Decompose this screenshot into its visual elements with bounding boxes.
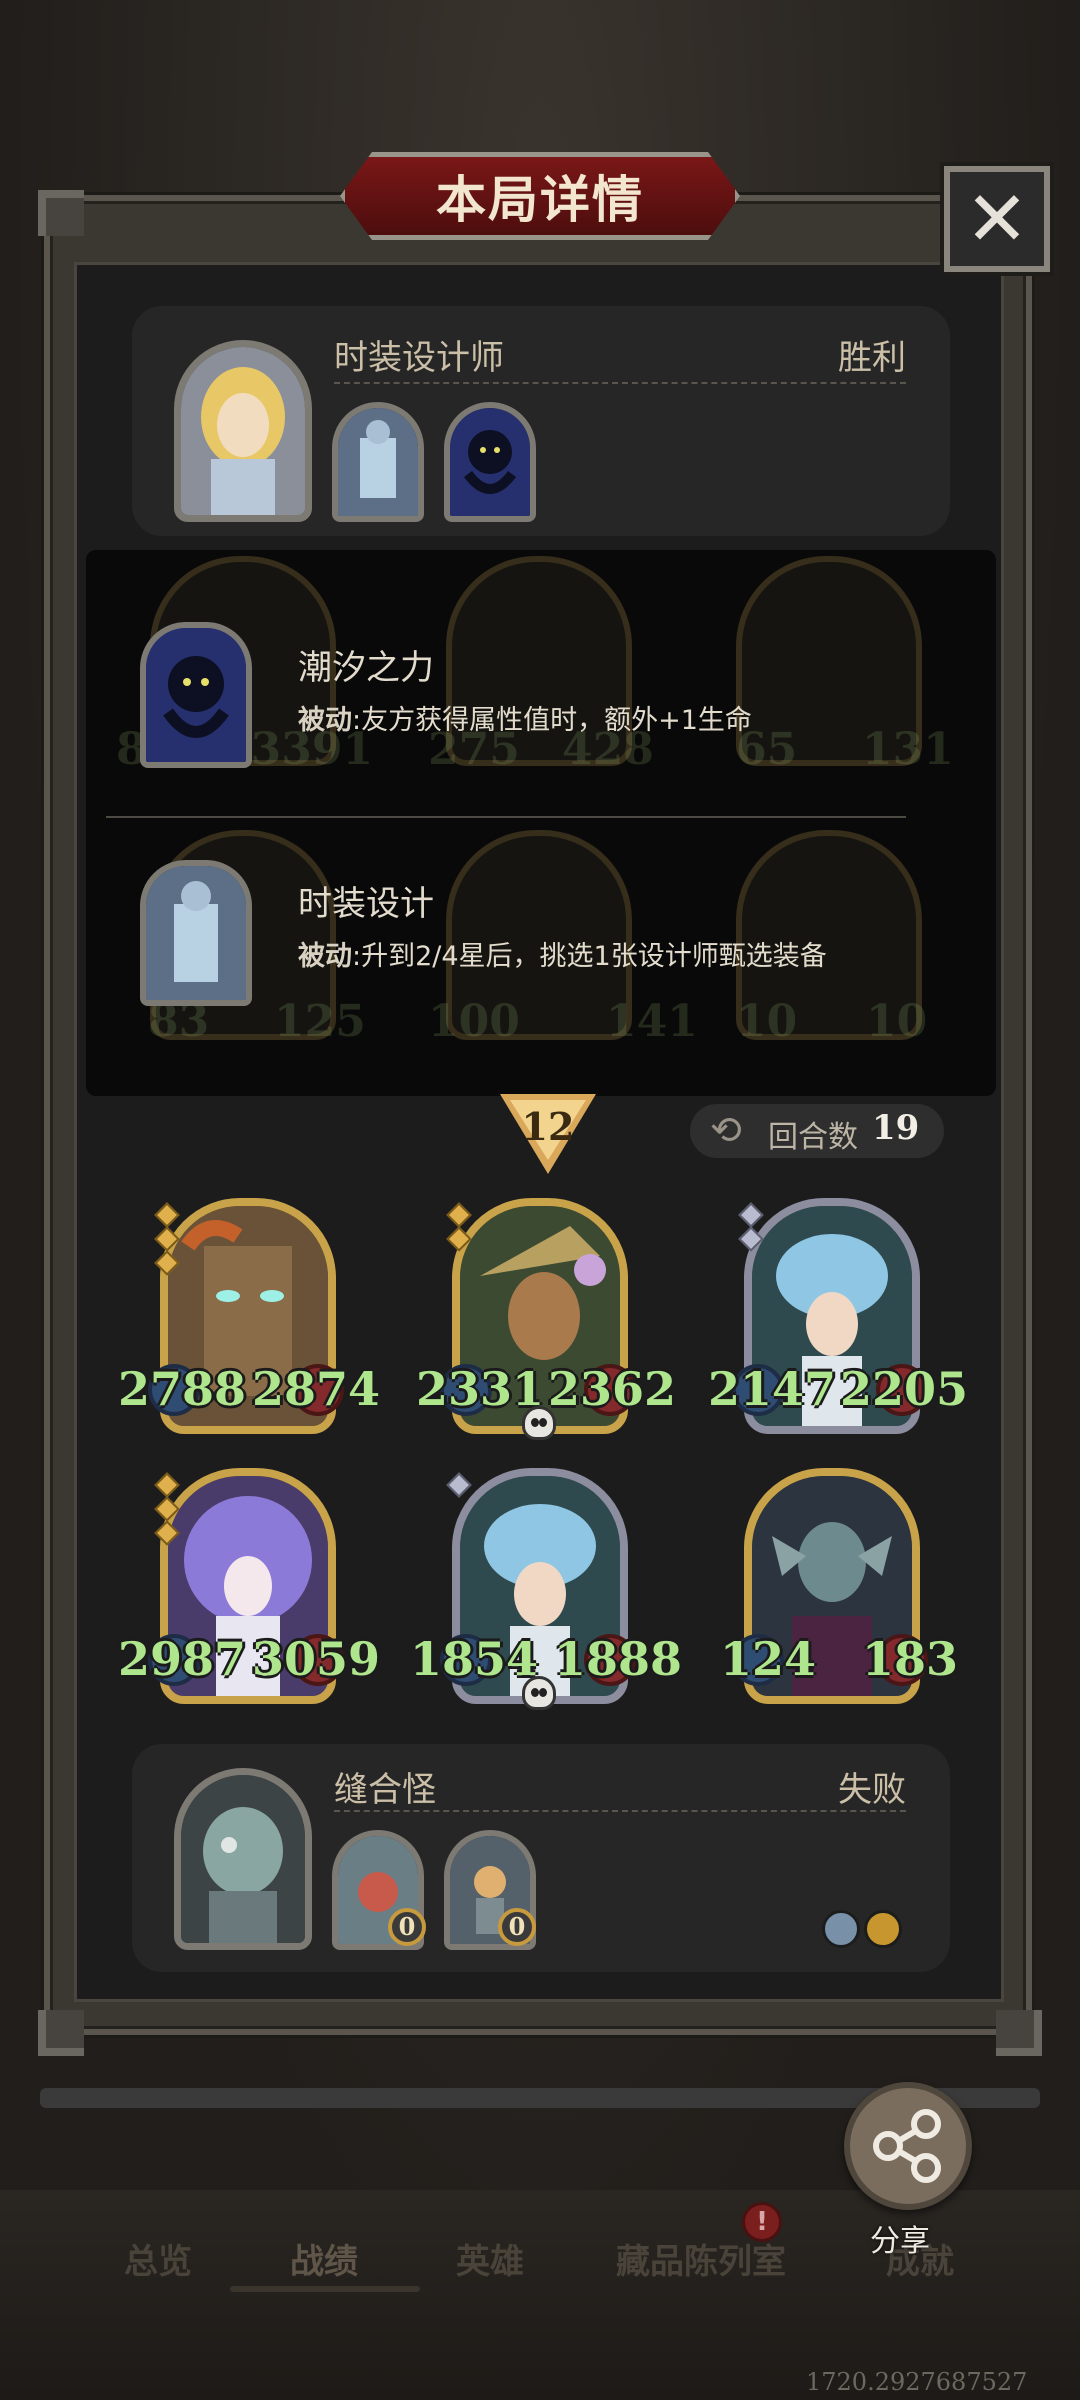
- unit-attack: 2987: [118, 1632, 247, 1686]
- gold-icon: [864, 1910, 902, 1948]
- unit-attack: 1854: [410, 1632, 539, 1686]
- share-label: 分享: [870, 2224, 930, 2259]
- skill-desc-tide: 被动:友方获得属性值时，额外+1生命: [298, 698, 752, 737]
- close-button[interactable]: ✕: [944, 166, 1050, 272]
- faded-stat: 141: [606, 996, 698, 1047]
- unit-attack: 2331: [416, 1362, 545, 1416]
- unit-health: 2874: [252, 1362, 381, 1416]
- skill-desc-keyword: 被动: [298, 705, 352, 736]
- player-avatar: [174, 340, 312, 522]
- faded-stat: 100: [428, 996, 520, 1047]
- unit-health: 183: [862, 1632, 959, 1686]
- refresh-icon: ⟲: [710, 1108, 742, 1152]
- enemy-coin: 0: [388, 1908, 426, 1946]
- faded-stat: 125: [274, 996, 366, 1047]
- share-button[interactable]: [844, 2082, 972, 2210]
- panel-corner-br: [996, 2010, 1042, 2056]
- share-icon: [873, 2109, 941, 2183]
- skull-icon: [522, 1406, 556, 1440]
- sword-icon: [822, 1910, 860, 1948]
- title-banner: 本局详情: [340, 152, 740, 240]
- unit-attack: 124: [720, 1632, 817, 1686]
- enemy-result: 失败: [838, 1770, 906, 1810]
- unit-attack: 2788: [118, 1362, 247, 1416]
- player-skill-icon-fashion[interactable]: [332, 402, 424, 522]
- faded-stat: 131: [862, 724, 954, 775]
- enemy-coin: 0: [498, 1908, 536, 1946]
- rounds-label: 回合数: [768, 1120, 858, 1155]
- level-number: 12: [521, 1104, 575, 1149]
- faded-stat: 10: [736, 996, 798, 1047]
- nav-overview[interactable]: 总览: [124, 2234, 192, 2283]
- rounds-value: 19: [872, 1108, 920, 1148]
- page-title: 本局详情: [436, 171, 644, 229]
- nav-records[interactable]: 战绩: [290, 2234, 358, 2283]
- unit-health: 1888: [554, 1632, 683, 1686]
- skill-divider: [106, 816, 906, 818]
- fashion-skill-icon: [140, 860, 252, 1006]
- enemy-avatar: [174, 1768, 312, 1950]
- close-icon: ✕: [965, 174, 1029, 263]
- nav-active-indicator: [230, 2286, 420, 2292]
- player-skill-icon-tide[interactable]: [444, 402, 536, 522]
- notification-badge: !: [742, 2202, 782, 2242]
- skill-desc-keyword: 被动: [298, 941, 352, 972]
- unit-health: 3059: [252, 1632, 381, 1686]
- unit-health: 2205: [840, 1362, 969, 1416]
- skill-desc-text: :升到2/4星后，挑选1张设计师甄选装备: [352, 941, 827, 972]
- player-name: 时装设计师: [334, 338, 504, 378]
- tide-skill-icon: [140, 622, 252, 768]
- nav-heroes[interactable]: 英雄: [456, 2234, 524, 2283]
- panel-corner-tl: [38, 190, 84, 236]
- panel-corner-bl: [38, 2010, 84, 2056]
- unit-attack: 2147: [708, 1362, 837, 1416]
- footer-coordinates: 1720.2927687527: [806, 2368, 1028, 2396]
- unit-health: 2362: [548, 1362, 677, 1416]
- player-result: 胜利: [838, 338, 906, 378]
- skill-desc-fashion: 被动:升到2/4星后，挑选1张设计师甄选装备: [298, 934, 827, 973]
- skill-title-fashion: 时装设计: [298, 884, 434, 924]
- skill-title-tide: 潮汐之力: [298, 648, 434, 688]
- player-divider: [334, 382, 906, 384]
- enemy-divider: [334, 1810, 906, 1812]
- faded-stat: 10: [866, 996, 928, 1047]
- skill-desc-text: :友方获得属性值时，额外+1生命: [352, 705, 752, 736]
- enemy-name: 缝合怪: [334, 1770, 436, 1810]
- skull-icon: [522, 1676, 556, 1710]
